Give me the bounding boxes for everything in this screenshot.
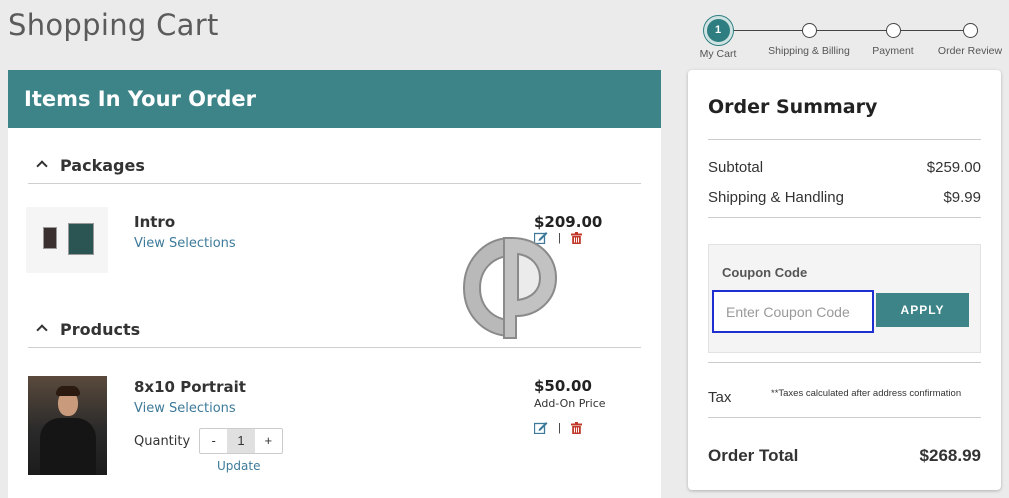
package-name: Intro bbox=[134, 213, 176, 231]
action-separator: | bbox=[558, 231, 561, 244]
step-my-cart[interactable]: 1 My Cart bbox=[673, 16, 763, 60]
quantity-increment-button[interactable]: + bbox=[255, 429, 282, 453]
product-actions: | bbox=[534, 421, 582, 434]
edit-icon[interactable] bbox=[534, 421, 548, 434]
watermark-logo bbox=[462, 236, 558, 339]
step-label: Shipping & Billing bbox=[768, 45, 850, 57]
quantity-stepper: - 1 + bbox=[199, 428, 283, 454]
quantity-decrement-button[interactable]: - bbox=[200, 429, 227, 453]
chevron-up-icon bbox=[36, 324, 48, 336]
order-total-label: Order Total bbox=[708, 446, 799, 465]
photo-figure bbox=[40, 418, 96, 475]
order-items-panel: Items In Your Order Packages Intro View … bbox=[8, 70, 661, 498]
tax-note: **Taxes calculated after address confirm… bbox=[771, 388, 962, 399]
apply-coupon-button[interactable]: APPLY bbox=[876, 293, 969, 327]
package-mini-photo bbox=[43, 227, 57, 249]
checkout-progress: 1 My Cart Shipping & Billing Payment Ord… bbox=[690, 16, 1009, 66]
order-total-row: Order Total $268.99 bbox=[708, 446, 981, 466]
photo-figure bbox=[56, 386, 80, 396]
packages-heading: Packages bbox=[60, 156, 145, 175]
divider bbox=[708, 217, 981, 218]
page-title: Shopping Cart bbox=[8, 8, 219, 42]
chevron-up-icon bbox=[36, 160, 48, 172]
trash-icon[interactable] bbox=[570, 231, 582, 244]
package-view-selections-link[interactable]: View Selections bbox=[134, 236, 236, 251]
shipping-label: Shipping & Handling bbox=[708, 189, 844, 206]
product-thumbnail[interactable] bbox=[28, 376, 107, 475]
product-price-note: Add-On Price bbox=[534, 397, 606, 410]
product-name: 8x10 Portrait bbox=[134, 378, 246, 396]
divider bbox=[708, 139, 981, 140]
shipping-row: Shipping & Handling $9.99 bbox=[708, 189, 981, 206]
quantity-value[interactable]: 1 bbox=[227, 429, 255, 453]
step-shipping-billing[interactable]: Shipping & Billing bbox=[764, 16, 854, 57]
tax-label: Tax bbox=[708, 389, 732, 406]
order-total-value: $268.99 bbox=[919, 446, 981, 465]
step-dot bbox=[885, 23, 901, 38]
subtotal-value: $259.00 bbox=[926, 159, 981, 176]
coupon-input[interactable] bbox=[712, 290, 874, 333]
package-thumbnail[interactable] bbox=[26, 207, 108, 273]
package-mini-photo bbox=[68, 223, 94, 255]
order-summary-title: Order Summary bbox=[708, 96, 878, 118]
subtotal-label: Subtotal bbox=[708, 159, 764, 176]
order-items-header: Items In Your Order bbox=[8, 70, 661, 128]
quantity-label: Quantity bbox=[134, 434, 191, 449]
step-label: Order Review bbox=[937, 45, 1003, 57]
subtotal-row: Subtotal $259.00 bbox=[708, 159, 981, 176]
order-summary-panel: Order Summary Subtotal $259.00 Shipping … bbox=[688, 70, 1001, 490]
packages-section-toggle[interactable]: Packages bbox=[28, 156, 641, 184]
divider bbox=[708, 417, 981, 418]
coupon-label: Coupon Code bbox=[722, 265, 808, 280]
coupon-section: Coupon Code APPLY bbox=[708, 244, 981, 353]
product-price: $50.00 bbox=[534, 377, 592, 395]
trash-icon[interactable] bbox=[570, 421, 582, 434]
step-dot bbox=[801, 23, 817, 38]
step-label: My Cart bbox=[699, 48, 737, 60]
step-number: 1 bbox=[703, 16, 733, 45]
action-separator: | bbox=[558, 421, 561, 434]
package-price: $209.00 bbox=[534, 213, 603, 231]
quantity-update-link[interactable]: Update bbox=[217, 459, 260, 473]
step-order-review[interactable]: Order Review bbox=[925, 16, 1009, 57]
products-heading: Products bbox=[60, 320, 141, 339]
shipping-value: $9.99 bbox=[943, 189, 981, 206]
divider bbox=[708, 362, 981, 363]
step-dot bbox=[962, 23, 978, 38]
product-view-selections-link[interactable]: View Selections bbox=[134, 401, 236, 416]
